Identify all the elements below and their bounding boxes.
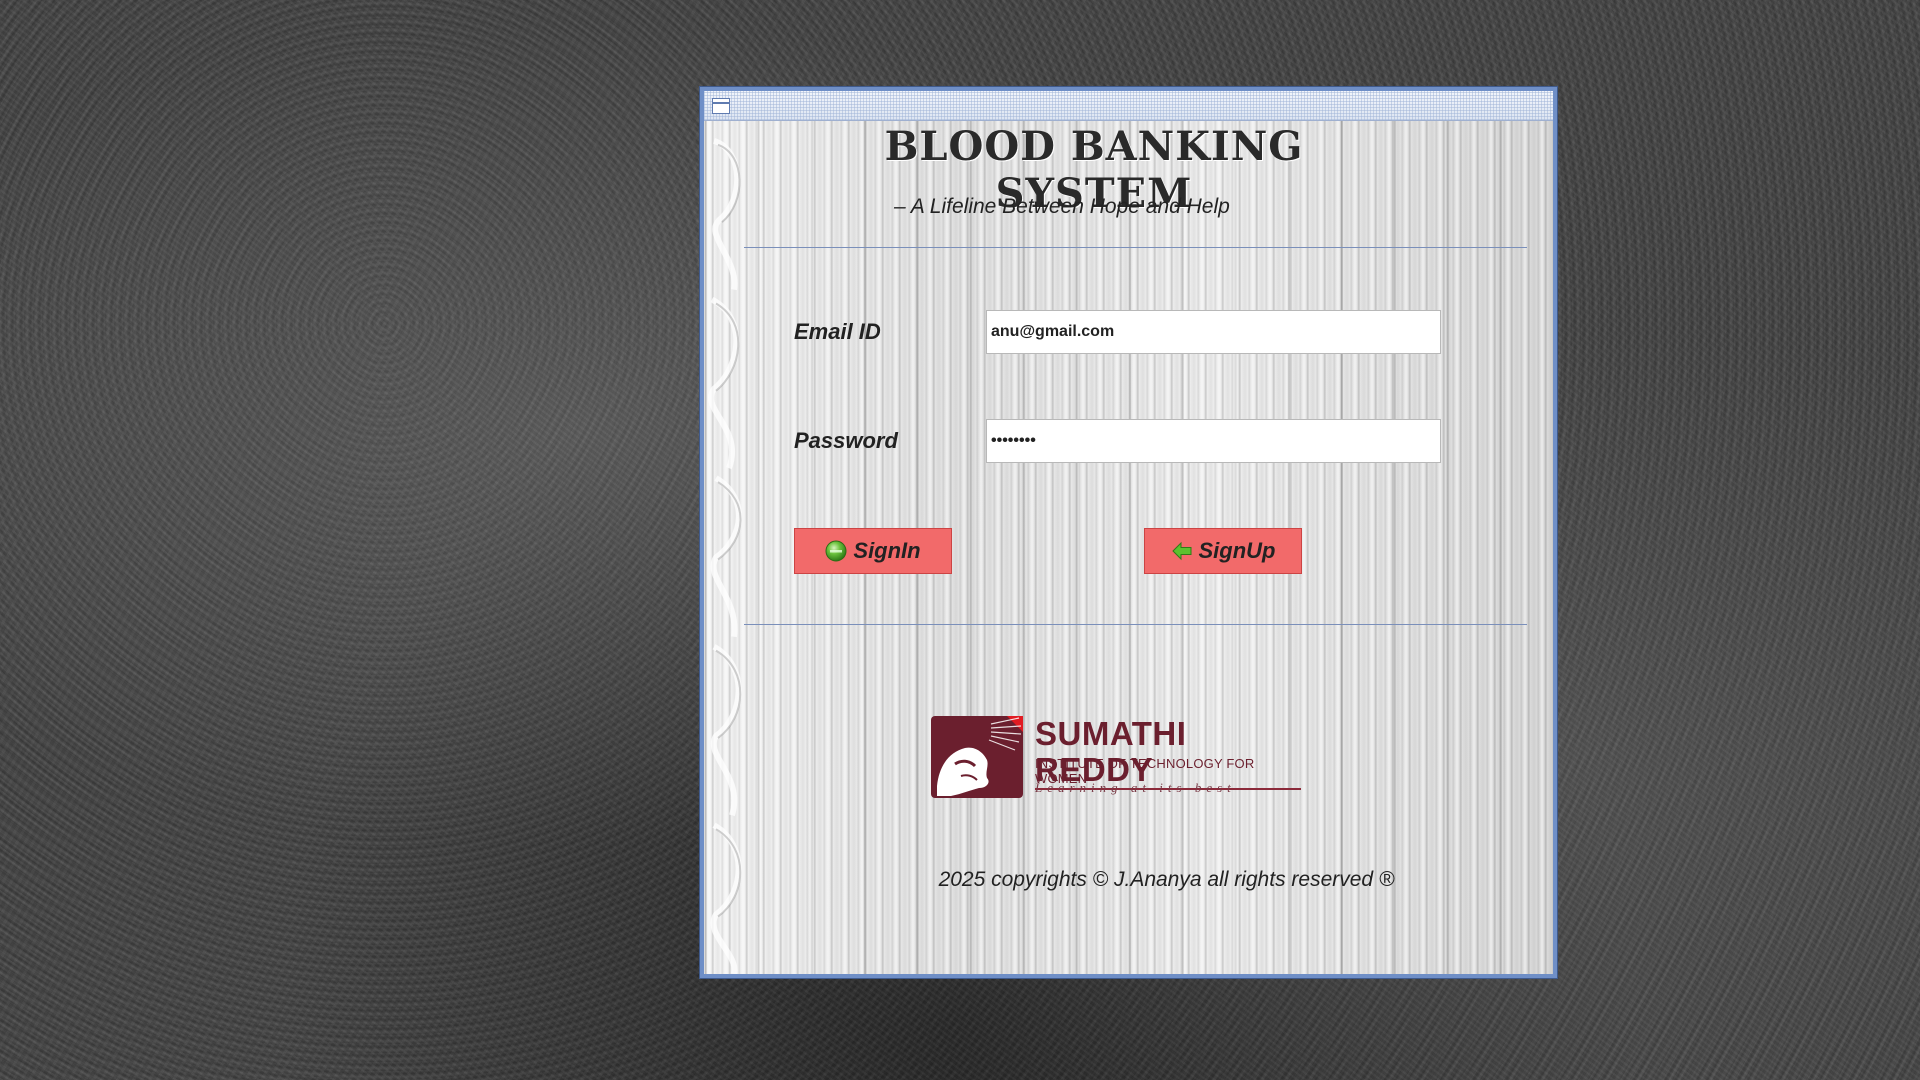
copyright-text: 2025 copyrights © J.Ananya all rights re… bbox=[938, 868, 1395, 891]
logo-tagline: Learning at its best bbox=[1035, 780, 1236, 795]
login-window: BLOOD BANKING SYSTEM – A Lifeline Betwee… bbox=[700, 87, 1557, 978]
signup-label: SignUp bbox=[1198, 538, 1276, 563]
logo-emblem bbox=[931, 716, 1023, 798]
decorative-swirl bbox=[708, 138, 742, 974]
top-divider bbox=[744, 247, 1527, 248]
signin-label: SignIn bbox=[853, 538, 921, 563]
login-panel: BLOOD BANKING SYSTEM – A Lifeline Betwee… bbox=[704, 121, 1553, 974]
window-icon[interactable] bbox=[712, 98, 730, 114]
email-field[interactable]: anu@gmail.com bbox=[986, 310, 1441, 354]
signup-button[interactable]: SignUp bbox=[1144, 528, 1302, 574]
password-field[interactable]: •••••••• bbox=[986, 419, 1441, 463]
signin-button[interactable]: SignIn bbox=[794, 528, 952, 574]
green-orb-icon bbox=[825, 540, 847, 562]
email-label: Email ID bbox=[794, 319, 881, 344]
institute-logo: SUMATHI REDDY INSTITUTE OF TECHNOLOGY FO… bbox=[931, 716, 1301, 798]
password-label: Password bbox=[794, 428, 898, 453]
bottom-divider bbox=[744, 624, 1527, 625]
window-titlebar[interactable] bbox=[704, 91, 1553, 121]
green-arrow-left-icon bbox=[1171, 541, 1191, 561]
app-subtitle: – A Lifeline Between Hope and Help bbox=[894, 195, 1230, 218]
